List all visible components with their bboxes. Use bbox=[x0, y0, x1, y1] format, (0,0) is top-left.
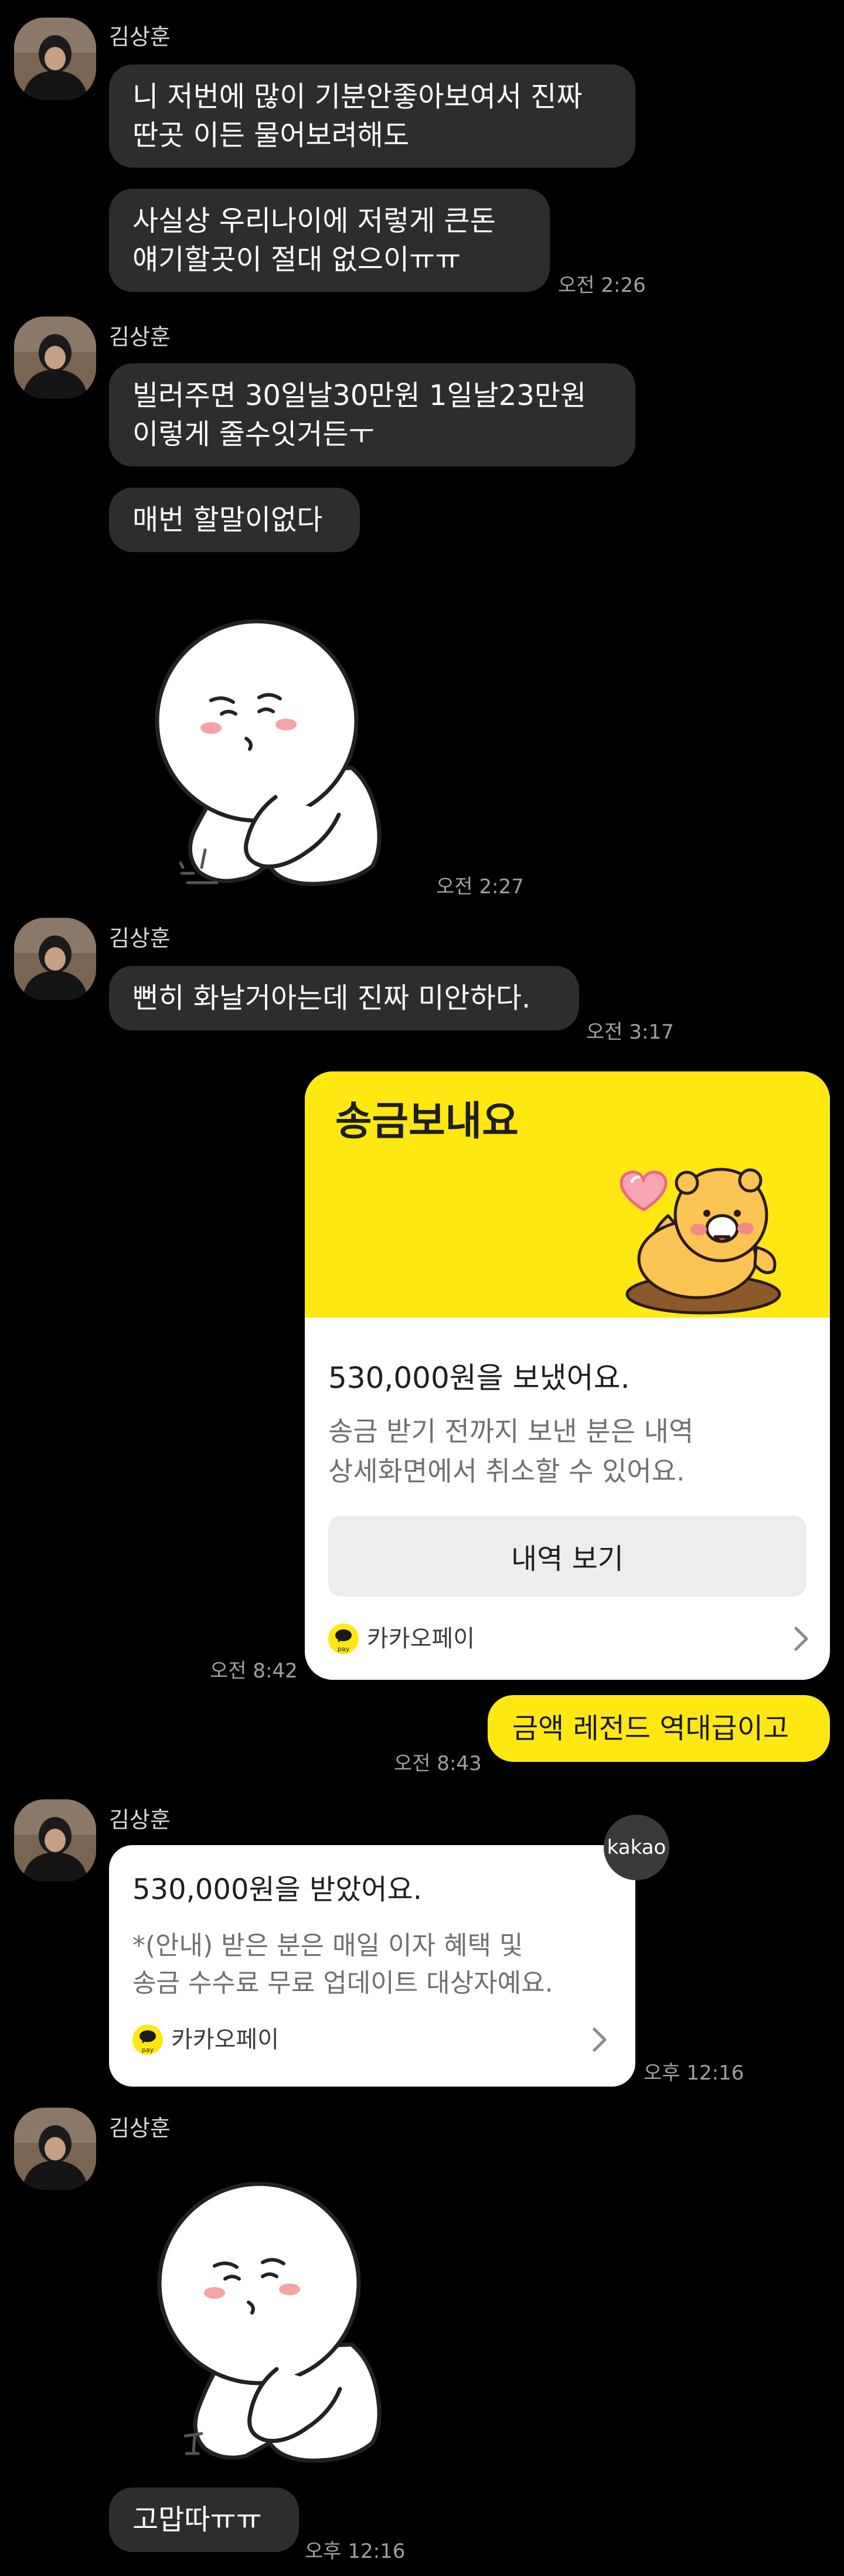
lion-character-icon bbox=[598, 1159, 797, 1318]
kakaopay-logo-icon: pay bbox=[328, 1624, 359, 1654]
my-message-bubble[interactable]: 금액 레전드 역대급이고 bbox=[488, 1695, 830, 1762]
pay-badge-label: pay bbox=[141, 2046, 154, 2054]
received-description: *(안내) 받은 분은 매일 이자 혜택 및 송금 수수료 무료 업데이트 대상… bbox=[132, 1931, 553, 1998]
transfer-card-title: 송금보내요 bbox=[335, 1098, 519, 1145]
message-bubble[interactable]: 매번 할말이없다 bbox=[109, 488, 360, 552]
chevron-right-icon[interactable] bbox=[591, 2027, 608, 2053]
message-time: 오전 2:27 bbox=[436, 875, 524, 899]
chevron-right-icon[interactable] bbox=[792, 1626, 810, 1652]
sender-name: 김상훈 bbox=[109, 2115, 171, 2141]
sender-name: 김상훈 bbox=[109, 925, 171, 951]
message-time: 오전 8:42 bbox=[210, 1659, 298, 1683]
kakaopay-row[interactable]: pay 카카오페이 bbox=[328, 1624, 475, 1654]
sticker-sad-character[interactable] bbox=[129, 592, 399, 897]
kakaopay-label: 카카오페이 bbox=[171, 2026, 279, 2053]
message-time: 오전 3:17 bbox=[586, 1020, 674, 1044]
message-bubble[interactable]: 니 저번에 많이 기분안좋아보여서 진짜 딴곳 이든 물어보려해도 bbox=[109, 64, 635, 168]
received-amount: 530,000원을 받았어요. bbox=[132, 1873, 422, 1906]
sender-name: 김상훈 bbox=[109, 324, 171, 350]
pay-badge-label: pay bbox=[337, 1645, 350, 1653]
sticker-sad-character[interactable] bbox=[129, 2169, 399, 2473]
message-time: 오전 2:26 bbox=[558, 274, 646, 297]
sender-avatar[interactable] bbox=[14, 918, 96, 1000]
received-money-card[interactable]: 530,000원을 받았어요. *(안내) 받은 분은 매일 이자 혜택 및 송… bbox=[109, 1845, 635, 2087]
message-bubble[interactable]: 고맙따ㅠㅠ bbox=[109, 2487, 299, 2552]
sender-avatar[interactable] bbox=[14, 2108, 96, 2190]
sender-avatar[interactable] bbox=[14, 18, 96, 100]
message-bubble[interactable]: 사실상 우리나이에 저렇게 큰돈 얘기할곳이 절대 없으이ㅠㅠ bbox=[109, 189, 550, 292]
kakaopay-logo-icon: pay bbox=[132, 2024, 163, 2055]
sender-avatar[interactable] bbox=[14, 317, 96, 399]
view-history-button[interactable]: 내역 보기 bbox=[328, 1516, 806, 1597]
message-bubble[interactable]: 뻔히 화날거아는데 진짜 미안하다. bbox=[109, 966, 579, 1030]
transfer-card[interactable]: 송금보내요 530,000원을 보냈어요. 송금 받기 전까지 보낸 분은 내역… bbox=[305, 1071, 830, 1680]
message-bubble[interactable]: 빌러주면 30일날30만원 1일날23만원 이렇게 줄수잇거든ㅜ bbox=[109, 363, 635, 467]
kakao-badge: kakao bbox=[604, 1815, 669, 1880]
message-time: 오후 12:16 bbox=[644, 2061, 744, 2085]
kakaopay-label: 카카오페이 bbox=[367, 1625, 475, 1652]
transfer-description: 송금 받기 전까지 보낸 분은 내역 상세화면에서 취소할 수 있어요. bbox=[328, 1415, 694, 1487]
message-time: 오전 8:43 bbox=[394, 1752, 482, 1775]
transfer-amount: 530,000원을 보냈어요. bbox=[328, 1361, 630, 1395]
message-time: 오후 12:16 bbox=[305, 2540, 406, 2563]
sender-avatar[interactable] bbox=[14, 1799, 96, 1881]
sender-name: 김상훈 bbox=[109, 1807, 171, 1833]
sender-name: 김상훈 bbox=[109, 24, 171, 50]
kakaopay-row[interactable]: pay 카카오페이 bbox=[132, 2024, 279, 2055]
